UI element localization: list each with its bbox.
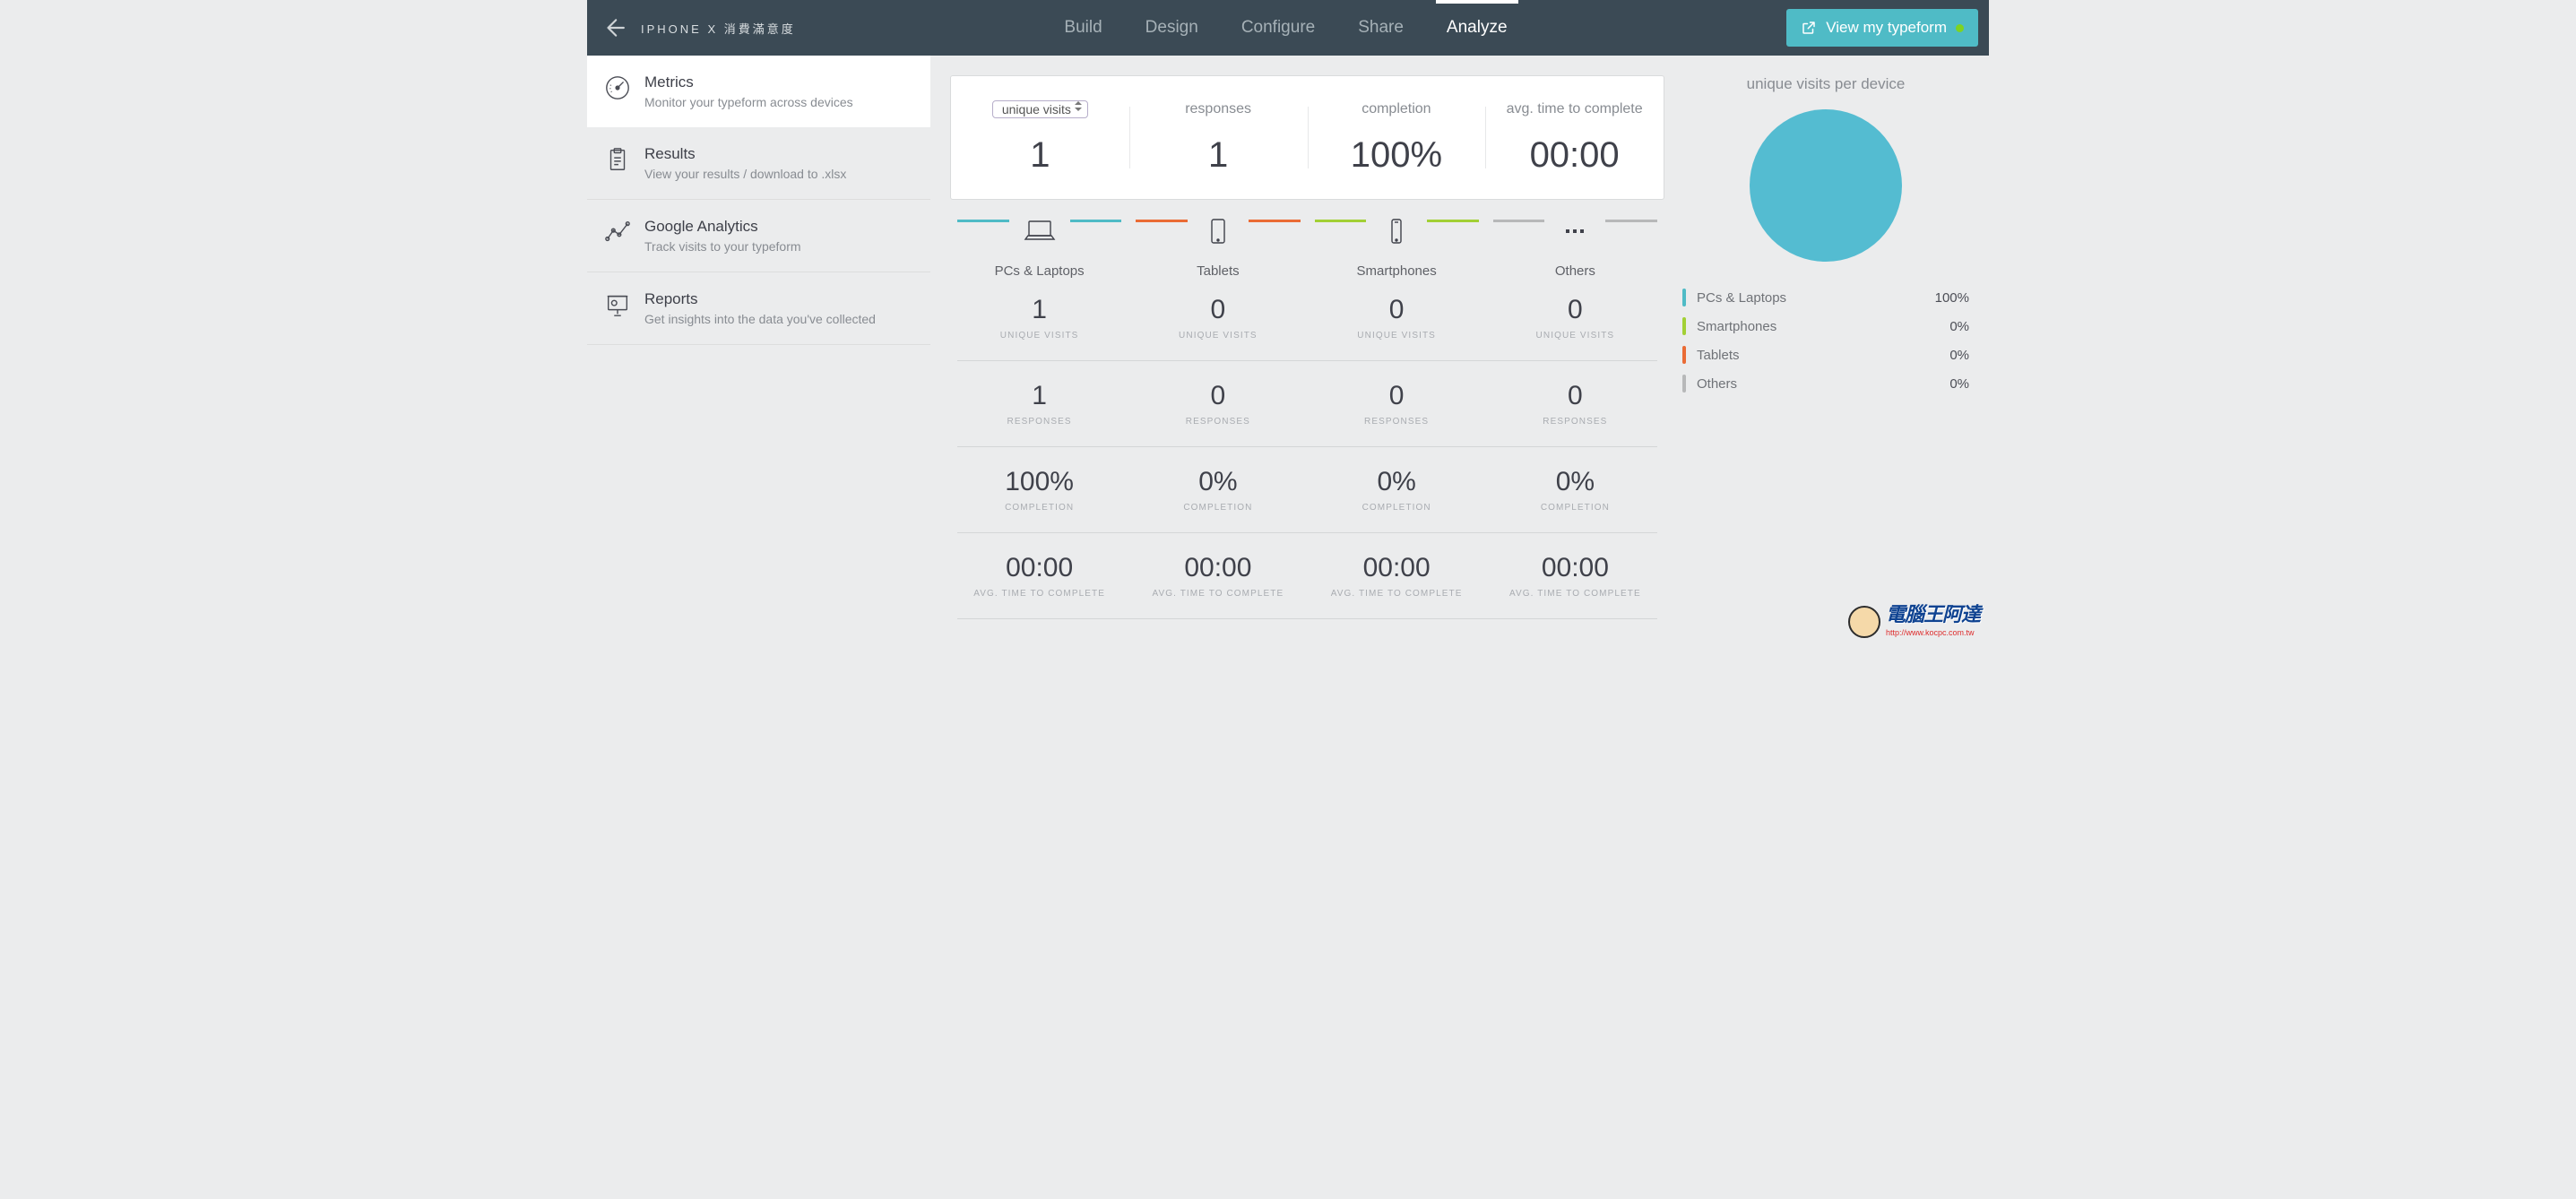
- stat-value: 0%: [1128, 467, 1307, 497]
- stat-label: AVG. TIME TO COMPLETE: [1486, 589, 1664, 599]
- stat-value: 0: [1128, 381, 1307, 411]
- sidebar: Metrics Monitor your typeform across dev…: [587, 56, 930, 345]
- tablet-icon: [1188, 218, 1249, 249]
- sidebar-subtitle: Get insights into the data you've collec…: [644, 312, 876, 326]
- nav-share[interactable]: Share: [1336, 0, 1425, 56]
- summary-completion: 100%: [1308, 135, 1486, 176]
- device-breakdown: PCs & Laptops Tablets Smartphones: [950, 220, 1664, 619]
- stat-value: 0: [1128, 295, 1307, 325]
- legend-row: Tablets 0%: [1682, 341, 1969, 369]
- stat-label: COMPLETION: [950, 503, 1128, 513]
- device-name: PCs & Laptops: [950, 263, 1128, 279]
- form-title: IPHONE X 消費滿意度: [641, 0, 796, 56]
- chart-icon: [603, 218, 632, 246]
- stat-label: RESPONSES: [1308, 417, 1486, 427]
- stat-value: 100%: [950, 467, 1128, 497]
- stat-label: COMPLETION: [1486, 503, 1664, 513]
- sidebar-item-results[interactable]: Results View your results / download to …: [587, 127, 930, 200]
- stat-value: 00:00: [1486, 553, 1664, 583]
- legend-row: Others 0%: [1682, 369, 1969, 398]
- legend-color-icon: [1682, 289, 1686, 306]
- stat-value: 0%: [1486, 467, 1664, 497]
- nav-analyze[interactable]: Analyze: [1425, 0, 1529, 56]
- sidebar-item-metrics[interactable]: Metrics Monitor your typeform across dev…: [587, 56, 930, 127]
- clipboard-icon: [603, 145, 632, 174]
- stat-label: COMPLETION: [1308, 503, 1486, 513]
- pie-title: unique visits per device: [1682, 75, 1969, 93]
- nav-design[interactable]: Design: [1124, 0, 1220, 56]
- device-name: Others: [1486, 263, 1664, 279]
- nav-configure[interactable]: Configure: [1220, 0, 1336, 56]
- stat-value: 0: [1486, 381, 1664, 411]
- stat-value: 0%: [1308, 467, 1486, 497]
- laptop-icon: [1009, 218, 1070, 249]
- summary-avg: 00:00: [1485, 135, 1664, 176]
- sidebar-item-reports[interactable]: Reports Get insights into the data you'v…: [587, 272, 930, 345]
- summary-responses-label: responses: [1129, 99, 1308, 119]
- sidebar-title: Results: [644, 145, 846, 163]
- stat-label: UNIQUE VISITS: [1308, 331, 1486, 341]
- stat-label: RESPONSES: [1128, 417, 1307, 427]
- summary-card: unique visits 1 responses 1 completion 1…: [950, 75, 1664, 200]
- sidebar-item-analytics[interactable]: Google Analytics Track visits to your ty…: [587, 200, 930, 272]
- stat-value: 00:00: [1308, 553, 1486, 583]
- sidebar-subtitle: Track visits to your typeform: [644, 239, 801, 254]
- presentation-icon: [603, 290, 632, 319]
- summary-unique-visits: 1: [951, 135, 1129, 176]
- sidebar-subtitle: Monitor your typeform across devices: [644, 95, 853, 109]
- watermark-face-icon: [1848, 606, 1880, 638]
- stat-value: 0: [1308, 295, 1486, 325]
- stat-label: COMPLETION: [1128, 503, 1307, 513]
- legend-row: Smartphones 0%: [1682, 312, 1969, 341]
- device-name: Smartphones: [1308, 263, 1486, 279]
- sidebar-subtitle: View your results / download to .xlsx: [644, 167, 846, 181]
- stat-value: 00:00: [950, 553, 1128, 583]
- stat-value: 1: [950, 295, 1128, 325]
- arrow-left-icon: [602, 16, 626, 39]
- main-nav: Build Design Configure Share Analyze: [796, 0, 1776, 56]
- stat-value: 0: [1486, 295, 1664, 325]
- legend: PCs & Laptops 100% Smartphones 0% Tablet…: [1682, 283, 1969, 398]
- summary-responses: 1: [1129, 135, 1308, 176]
- stat-label: UNIQUE VISITS: [950, 331, 1128, 341]
- stat-label: UNIQUE VISITS: [1128, 331, 1307, 341]
- legend-color-icon: [1682, 346, 1686, 364]
- status-dot-icon: [1956, 24, 1964, 32]
- watermark: 電腦王阿達 http://www.kocpc.com.tw: [1848, 605, 1980, 639]
- device-name: Tablets: [1128, 263, 1307, 279]
- legend-row: PCs & Laptops 100%: [1682, 283, 1969, 312]
- stat-value: 00:00: [1128, 553, 1307, 583]
- stat-label: RESPONSES: [1486, 417, 1664, 427]
- external-link-icon: [1801, 20, 1817, 36]
- phone-icon: [1366, 218, 1427, 249]
- stat-label: AVG. TIME TO COMPLETE: [1308, 589, 1486, 599]
- back-button[interactable]: [587, 0, 641, 56]
- summary-avg-label: avg. time to complete: [1485, 99, 1664, 119]
- legend-color-icon: [1682, 317, 1686, 335]
- stat-label: AVG. TIME TO COMPLETE: [950, 589, 1128, 599]
- stat-value: 1: [950, 381, 1128, 411]
- sidebar-title: Metrics: [644, 73, 853, 91]
- stat-label: AVG. TIME TO COMPLETE: [1128, 589, 1307, 599]
- stat-value: 0: [1308, 381, 1486, 411]
- view-typeform-button[interactable]: View my typeform: [1786, 9, 1978, 47]
- sidebar-title: Reports: [644, 290, 876, 308]
- sidebar-title: Google Analytics: [644, 218, 801, 236]
- nav-build[interactable]: Build: [1042, 0, 1123, 56]
- legend-color-icon: [1682, 375, 1686, 392]
- dots-icon: [1544, 218, 1605, 249]
- summary-completion-label: completion: [1308, 99, 1486, 119]
- gauge-icon: [603, 73, 632, 102]
- stat-label: UNIQUE VISITS: [1486, 331, 1664, 341]
- unique-visits-select[interactable]: unique visits: [992, 100, 1088, 118]
- stat-label: RESPONSES: [950, 417, 1128, 427]
- view-typeform-label: View my typeform: [1826, 19, 1947, 37]
- pie-chart: [1750, 109, 1902, 262]
- right-panel: unique visits per device PCs & Laptops 1…: [1682, 75, 1969, 398]
- app-header: IPHONE X 消費滿意度 Build Design Configure Sh…: [587, 0, 1989, 56]
